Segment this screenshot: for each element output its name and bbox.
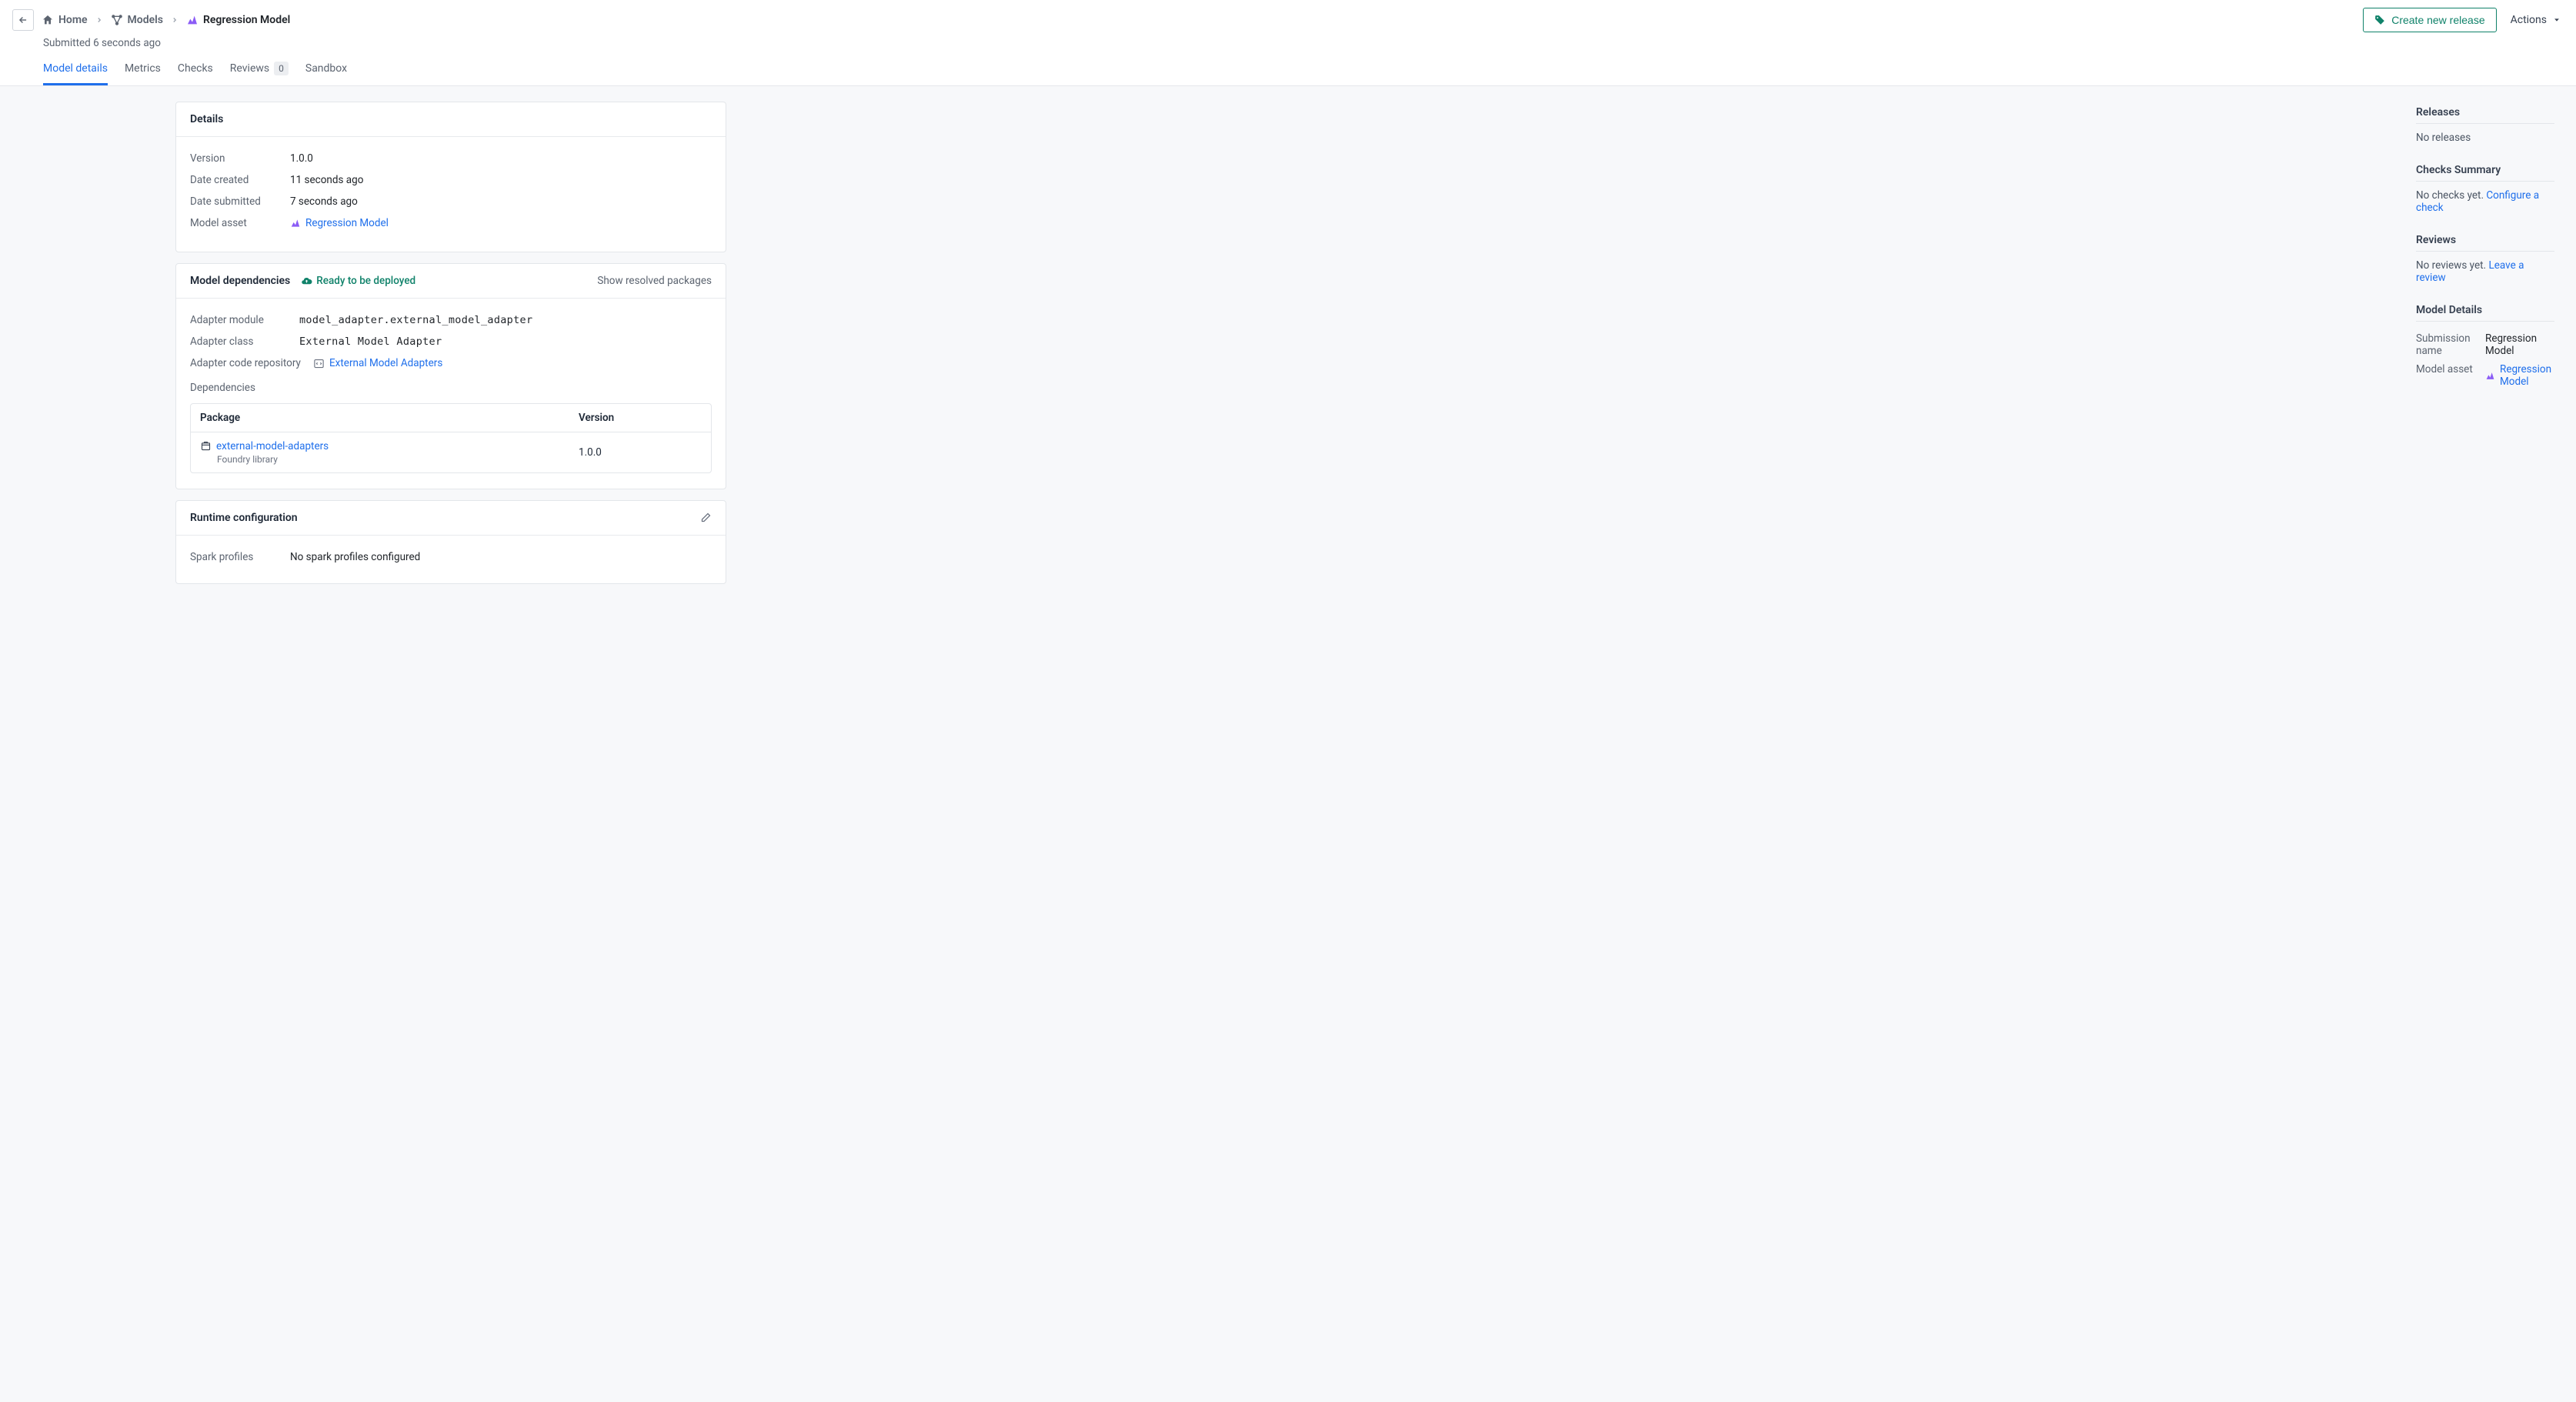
create-release-label: Create new release	[2391, 14, 2484, 26]
dependencies-card-title: Model dependencies	[190, 275, 290, 287]
spark-profiles-value: No spark profiles configured	[290, 551, 420, 563]
dependencies-label: Dependencies	[190, 382, 299, 394]
adapter-repo-label: Adapter code repository	[190, 357, 313, 372]
tab-checks[interactable]: Checks	[178, 55, 213, 85]
dependencies-table: Package Version external-model-adapters	[190, 403, 712, 473]
sidebar-model-asset-label: Model asset	[2416, 363, 2479, 388]
date-created-label: Date created	[190, 174, 290, 186]
details-card: Details Version 1.0.0 Date created 11 se…	[175, 102, 726, 252]
create-release-button[interactable]: Create new release	[2363, 8, 2496, 32]
breadcrumb-current[interactable]: Regression Model	[186, 14, 290, 26]
chart-icon	[290, 218, 301, 229]
date-submitted-label: Date submitted	[190, 195, 290, 208]
package-version: 1.0.0	[579, 440, 702, 465]
date-submitted-value: 7 seconds ago	[290, 195, 358, 208]
breadcrumb: Home Models Regression Model	[12, 9, 290, 31]
tab-reviews[interactable]: Reviews 0	[230, 55, 289, 85]
spark-profiles-label: Spark profiles	[190, 551, 290, 563]
sidebar: Releases No releases Checks Summary No c…	[2416, 102, 2554, 584]
submitted-timestamp: Submitted 6 seconds ago	[12, 32, 2564, 55]
breadcrumb-home-label: Home	[58, 14, 88, 26]
arrow-left-icon	[18, 15, 28, 25]
adapter-class-label: Adapter class	[190, 335, 299, 348]
sidebar-model-asset-link[interactable]: Regression Model	[2485, 363, 2554, 388]
sidebar-checks-text: No checks yet. Configure a check	[2416, 189, 2554, 214]
version-value: 1.0.0	[290, 152, 313, 165]
box-icon	[200, 440, 212, 452]
chevron-right-icon	[171, 16, 179, 24]
tabs: Model details Metrics Checks Reviews 0 S…	[12, 55, 2564, 85]
edit-button[interactable]	[700, 512, 712, 523]
tab-sandbox[interactable]: Sandbox	[305, 55, 347, 85]
sidebar-releases-text: No releases	[2416, 132, 2554, 144]
package-subtitle: Foundry library	[217, 454, 579, 465]
tab-model-details[interactable]: Model details	[43, 55, 108, 85]
sidebar-checks-title: Checks Summary	[2416, 164, 2554, 182]
models-icon	[111, 14, 123, 26]
actions-label: Actions	[2511, 14, 2547, 26]
breadcrumb-home[interactable]: Home	[42, 14, 88, 26]
sidebar-releases-title: Releases	[2416, 106, 2554, 124]
submission-name-value: Regression Model	[2485, 332, 2554, 357]
chevron-right-icon	[95, 16, 103, 24]
back-button[interactable]	[12, 9, 34, 31]
tab-metrics[interactable]: Metrics	[125, 55, 161, 85]
ready-badge: Ready to be deployed	[301, 275, 415, 287]
dependencies-card: Model dependencies Ready to be deployed …	[175, 263, 726, 489]
adapter-module-value: model_adapter.external_model_adapter	[299, 314, 532, 326]
table-header-version: Version	[579, 412, 702, 424]
details-card-title: Details	[190, 113, 223, 125]
package-link[interactable]: external-model-adapters	[200, 440, 579, 452]
adapter-repo-link[interactable]: External Model Adapters	[313, 357, 442, 369]
adapter-class-value: External Model Adapter	[299, 335, 442, 348]
details-card-header: Details	[176, 102, 726, 137]
runtime-card: Runtime configuration Spark profiles No …	[175, 500, 726, 584]
sidebar-reviews-text: No reviews yet. Leave a review	[2416, 259, 2554, 284]
model-asset-link[interactable]: Regression Model	[290, 217, 389, 229]
reviews-count-badge: 0	[274, 62, 289, 75]
adapter-module-label: Adapter module	[190, 314, 299, 326]
sidebar-reviews-title: Reviews	[2416, 234, 2554, 252]
chart-icon	[2485, 371, 2495, 381]
breadcrumb-models-label: Models	[128, 14, 163, 26]
tag-icon	[2374, 15, 2385, 25]
caret-down-icon	[2553, 16, 2561, 24]
code-icon	[313, 358, 325, 369]
table-header-package: Package	[200, 412, 579, 424]
submission-name-label: Submission name	[2416, 332, 2479, 357]
model-asset-label: Model asset	[190, 217, 290, 232]
breadcrumb-models[interactable]: Models	[111, 14, 163, 26]
breadcrumb-current-label: Regression Model	[203, 14, 290, 26]
sidebar-model-details-title: Model Details	[2416, 304, 2554, 322]
actions-menu[interactable]: Actions	[2508, 9, 2564, 31]
chart-icon	[186, 14, 199, 26]
cloud-up-icon	[301, 275, 312, 287]
home-icon	[42, 14, 54, 26]
show-resolved-packages[interactable]: Show resolved packages	[597, 275, 712, 287]
table-row: external-model-adapters Foundry library …	[191, 432, 711, 472]
runtime-card-title: Runtime configuration	[190, 512, 298, 524]
date-created-value: 11 seconds ago	[290, 174, 363, 186]
version-label: Version	[190, 152, 290, 165]
